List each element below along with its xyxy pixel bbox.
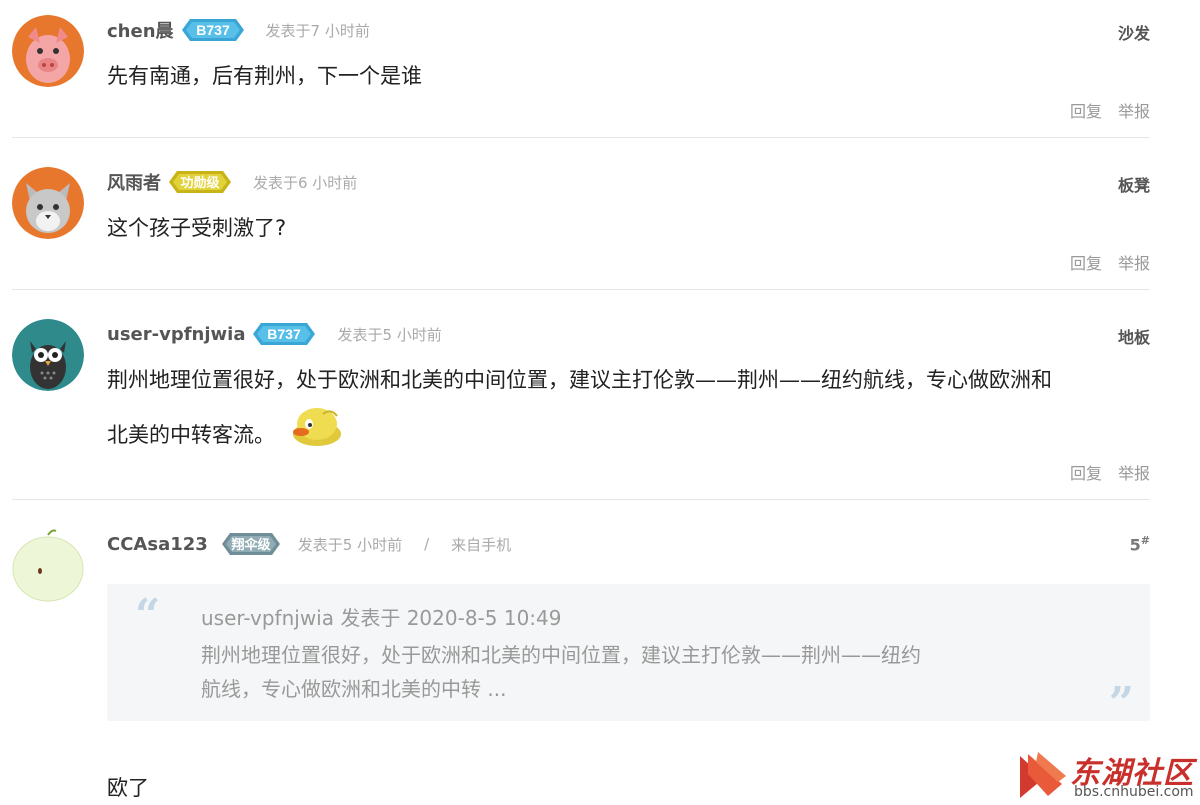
- username[interactable]: chen晨: [107, 17, 174, 43]
- post-3: user-vpfnjwia B737 发表于5 小时前 地板 荆州地理位置很好，…: [12, 304, 1150, 499]
- site-watermark: 东湖社区 bbs.cnhubei.com: [1018, 748, 1196, 802]
- post-actions: 回复 举报: [1070, 460, 1150, 484]
- post-4: CCAsa123 翔伞级 发表于5 小时前 / 来自手机 5# “ user-v…: [12, 514, 1150, 805]
- floor-num: 5: [1129, 535, 1141, 555]
- post-time: 发表于5 小时前: [297, 535, 403, 554]
- site-logo-icon: [1020, 752, 1066, 798]
- post-meta: CCAsa123 翔伞级 发表于5 小时前 / 来自手机: [107, 530, 511, 558]
- reply-link[interactable]: 回复: [1070, 250, 1102, 274]
- post-time: 发表于6 小时前: [253, 173, 358, 192]
- report-link[interactable]: 举报: [1118, 460, 1150, 484]
- rank-badge: 翔伞级: [221, 531, 280, 557]
- post-2: 风雨者 功勋级 发表于6 小时前 板凳 这个孩子受刺激了? 回复 举报: [12, 152, 1150, 289]
- post-content-line2: 北美的中转客流。: [107, 423, 275, 447]
- username[interactable]: CCAsa123: [107, 534, 208, 555]
- floor-label[interactable]: 地板: [1118, 324, 1150, 348]
- rank-badge: 功勋级: [169, 169, 231, 195]
- post-content: 这个孩子受刺激了?: [107, 216, 287, 240]
- post-meta: user-vpfnjwia B737 发表于5 小时前: [107, 320, 442, 348]
- divider: [12, 137, 1150, 138]
- username[interactable]: 风雨者: [107, 169, 161, 195]
- quote-close-icon: ”: [1108, 678, 1134, 729]
- post-content: 欧了: [107, 776, 149, 800]
- badge-label: B737: [196, 22, 230, 38]
- floor-label[interactable]: 板凳: [1118, 172, 1150, 196]
- meta-separator: /: [424, 535, 430, 553]
- report-link[interactable]: 举报: [1118, 250, 1150, 274]
- post-actions: 回复 举报: [1070, 98, 1150, 122]
- reply-link[interactable]: 回复: [1070, 460, 1102, 484]
- quote-block: “ user-vpfnjwia 发表于 2020-8-5 10:49 荆州地理位…: [107, 584, 1150, 729]
- post-1: chen晨 B737 发表于7 小时前 沙发 先有南通，后有荆州，下一个是谁 回…: [12, 0, 1150, 137]
- report-link[interactable]: 举报: [1118, 98, 1150, 122]
- badge-label: 翔伞级: [230, 537, 271, 553]
- avatar-pig[interactable]: [12, 15, 84, 87]
- post-time: 发表于5 小时前: [337, 325, 442, 344]
- divider: [12, 289, 1150, 290]
- divider: [12, 499, 1150, 500]
- post-meta: 风雨者 功勋级 发表于6 小时前: [107, 168, 357, 196]
- floor-mark: #: [1140, 534, 1150, 547]
- quote-line1: 荆州地理位置很好，处于欧洲和北美的中间位置，建议主打伦敦——荆州——纽约: [201, 643, 921, 667]
- duck-emoji-icon: [287, 404, 345, 453]
- badge-label: 功勋级: [180, 175, 220, 191]
- quote-header: user-vpfnjwia 发表于 2020-8-5 10:49: [201, 606, 562, 630]
- quote-body: 荆州地理位置很好，处于欧洲和北美的中间位置，建议主打伦敦——荆州——纽约 航线，…: [201, 638, 1041, 706]
- post-content: 先有南通，后有荆州，下一个是谁: [107, 64, 422, 88]
- avatar-owl[interactable]: [12, 319, 84, 391]
- post-content-line2-row: 北美的中转客流。: [107, 404, 345, 453]
- avatar-cat[interactable]: [12, 167, 84, 239]
- from-mobile[interactable]: 来自手机: [451, 534, 511, 555]
- quote-line2: 航线，专心做欧洲和北美的中转 ...: [201, 677, 507, 701]
- rank-badge: B737: [253, 321, 316, 347]
- avatar-apple[interactable]: [12, 529, 84, 602]
- username[interactable]: user-vpfnjwia: [107, 324, 245, 345]
- post-meta: chen晨 B737 发表于7 小时前: [107, 16, 370, 44]
- post-actions: 回复 举报: [1070, 250, 1150, 274]
- floor-number[interactable]: 5#: [1130, 534, 1150, 554]
- post-time: 发表于7 小时前: [265, 21, 370, 40]
- floor-label[interactable]: 沙发: [1118, 20, 1150, 44]
- site-logo-url: bbs.cnhubei.com: [1074, 784, 1194, 800]
- badge-label: B737: [268, 326, 302, 342]
- reply-link[interactable]: 回复: [1070, 98, 1102, 122]
- quote-open-icon: “: [135, 590, 161, 641]
- post-content-line1: 荆州地理位置很好，处于欧洲和北美的中间位置，建议主打伦敦——荆州——纽约航线，专…: [107, 368, 1052, 392]
- rank-badge: B737: [181, 17, 244, 43]
